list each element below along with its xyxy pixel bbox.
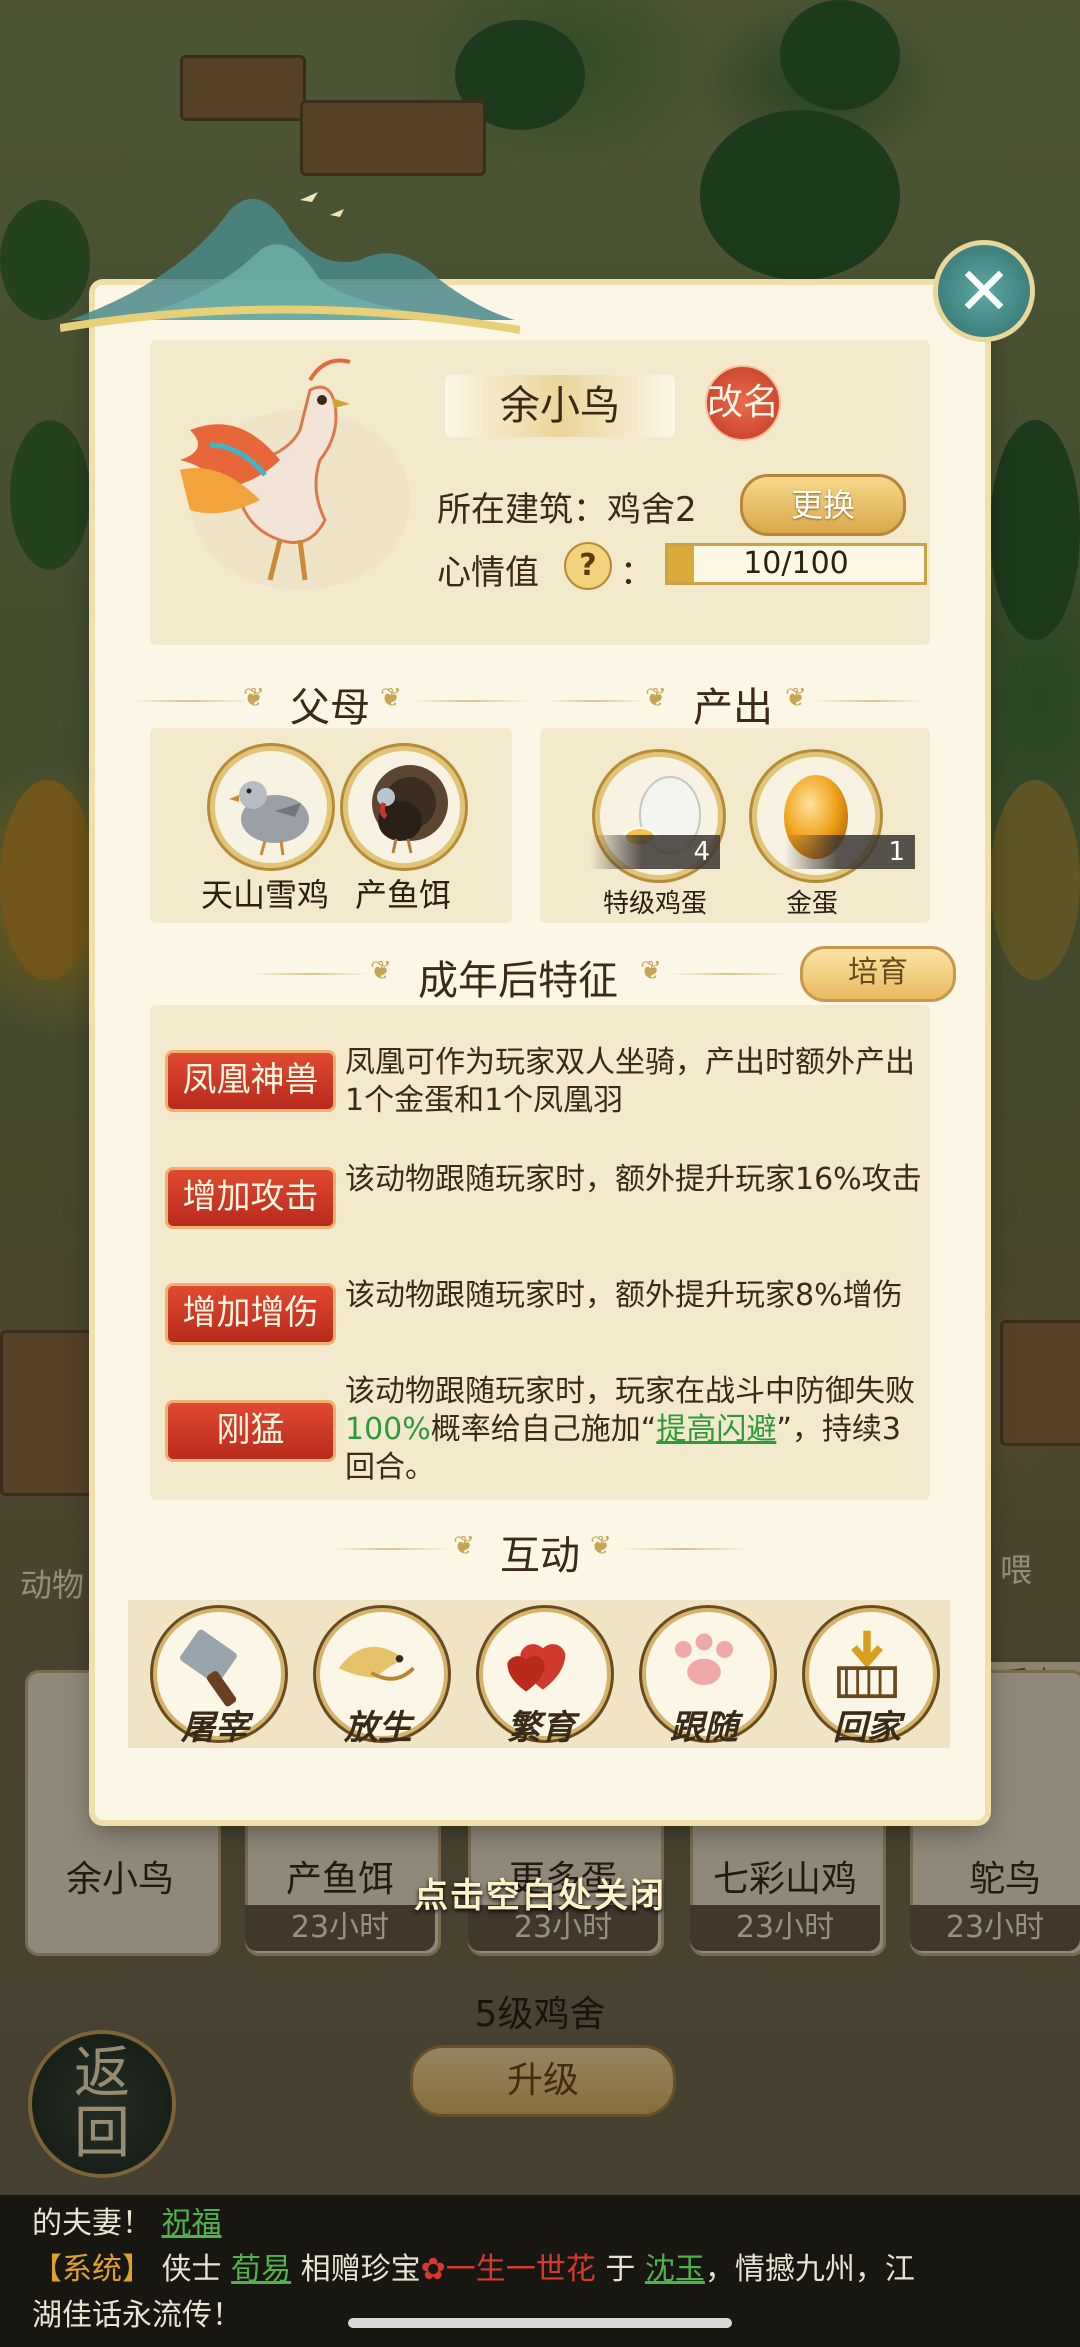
- trait-tag: 增加攻击: [165, 1167, 336, 1229]
- interact-label: 跟随: [670, 1708, 738, 1748]
- interact-title: 互动: [500, 1533, 580, 1579]
- output-name: 特级鸡蛋: [602, 889, 707, 919]
- breed-button[interactable]: 培育: [800, 946, 956, 1002]
- parents-title: 父母: [290, 685, 370, 731]
- divider: [410, 700, 530, 702]
- trait-description: 该动物跟随玩家时，玩家在战斗中防御失败100%概率给自己施加“提高闪避”，持续3…: [345, 1373, 925, 1487]
- home-indicator[interactable]: [348, 2318, 732, 2328]
- trait-description: 该动物跟随玩家时，额外提升玩家8%增伤: [345, 1278, 903, 1313]
- output-count: 1: [785, 835, 915, 869]
- flower-icon: ✿: [420, 2252, 446, 2287]
- phoenix-portrait: [180, 358, 410, 590]
- mood-colon: ：: [620, 553, 654, 593]
- bless-link[interactable]: 祝福: [162, 2206, 222, 2241]
- mountain-decoration: [60, 192, 520, 334]
- swirl-ornament: ❦: [590, 1531, 612, 1561]
- traits-title: 成年后特征: [418, 958, 618, 1004]
- divider: [330, 1548, 450, 1550]
- divider: [545, 700, 645, 702]
- interact-label: 繁育: [507, 1708, 575, 1748]
- swirl-ornament: ❦: [380, 683, 402, 713]
- output-count: 4: [590, 835, 720, 869]
- interact-label: 放生: [344, 1708, 412, 1748]
- trait-percent: 100%: [345, 1412, 431, 1447]
- chat-line: 湖佳话永流传！: [32, 2298, 242, 2333]
- close-icon: ✕: [956, 252, 1012, 330]
- output-name: 金蛋: [785, 889, 838, 919]
- trait-description: 凤凰可作为玩家双人坐骑，产出时额外产出1个金蛋和1个凤凰羽: [345, 1045, 915, 1118]
- player-link[interactable]: 荀易: [231, 2252, 291, 2287]
- tap-to-close-hint[interactable]: 点击空白处关闭: [360, 1868, 720, 1917]
- player-link[interactable]: 沈玉: [645, 2252, 705, 2287]
- interact-label: 回家: [833, 1708, 901, 1748]
- swirl-ornament: ❦: [243, 683, 265, 713]
- chat-line: 的夫妻！ 祝福: [32, 2201, 1048, 2247]
- trait-text: 概率给自己施加“: [430, 1412, 657, 1447]
- item-name: 一生一世花: [445, 2252, 596, 2287]
- mood-label: 心情值: [437, 553, 539, 593]
- swirl-ornament: ❦: [453, 1531, 475, 1561]
- trait-tag: 刚猛: [165, 1400, 336, 1462]
- animal-name-plate: 余小鸟: [445, 375, 675, 437]
- turkey-icon[interactable]: [343, 746, 465, 868]
- change-building-button[interactable]: 更换: [740, 474, 906, 536]
- chat-line: 【系统】 侠士 荀易 相赠珍宝✿一生一世花 于 沈玉，情撼九州，江: [32, 2247, 1048, 2293]
- parent-name: 产鱼饵: [354, 876, 451, 914]
- divider: [130, 700, 250, 702]
- output-title: 产出: [693, 685, 773, 731]
- swirl-ornament: ❦: [640, 956, 662, 986]
- chat-text: ，情撼九州，江: [704, 2252, 915, 2287]
- chat-text: 侠士: [161, 2252, 222, 2287]
- system-tag: 【系统】: [32, 2252, 152, 2287]
- chat-text: 于: [605, 2252, 636, 2287]
- divider: [815, 700, 925, 702]
- trait-description: 该动物跟随玩家时，额外提升玩家16%攻击: [345, 1162, 922, 1197]
- divider: [250, 973, 370, 975]
- help-icon[interactable]: ?: [564, 542, 612, 590]
- trait-tag: 凤凰神兽: [165, 1050, 336, 1112]
- rename-button[interactable]: 改名: [705, 365, 781, 441]
- divider: [620, 1548, 750, 1550]
- buff-link[interactable]: 提高闪避: [656, 1412, 776, 1447]
- swirl-ornament: ❦: [785, 683, 807, 713]
- trait-text: 该动物跟随玩家时，玩家在战斗中防御失败: [345, 1374, 915, 1409]
- chat-text: 相赠珍宝: [300, 2252, 421, 2287]
- swirl-ornament: ❦: [645, 683, 667, 713]
- snow-chicken-icon[interactable]: [210, 746, 332, 868]
- interact-label: 屠宰: [181, 1708, 249, 1748]
- chat-text: 的夫妻！: [32, 2206, 152, 2241]
- mood-progress-bar: 10/100: [665, 543, 927, 585]
- swirl-ornament: ❦: [370, 956, 392, 986]
- divider: [670, 973, 790, 975]
- trait-tag: 增加增伤: [165, 1283, 336, 1345]
- building-label: 所在建筑：鸡舍2: [437, 490, 697, 530]
- parent-name: 天山雪鸡: [200, 876, 329, 914]
- mood-value: 10/100: [743, 546, 849, 581]
- close-button[interactable]: ✕: [933, 240, 1035, 342]
